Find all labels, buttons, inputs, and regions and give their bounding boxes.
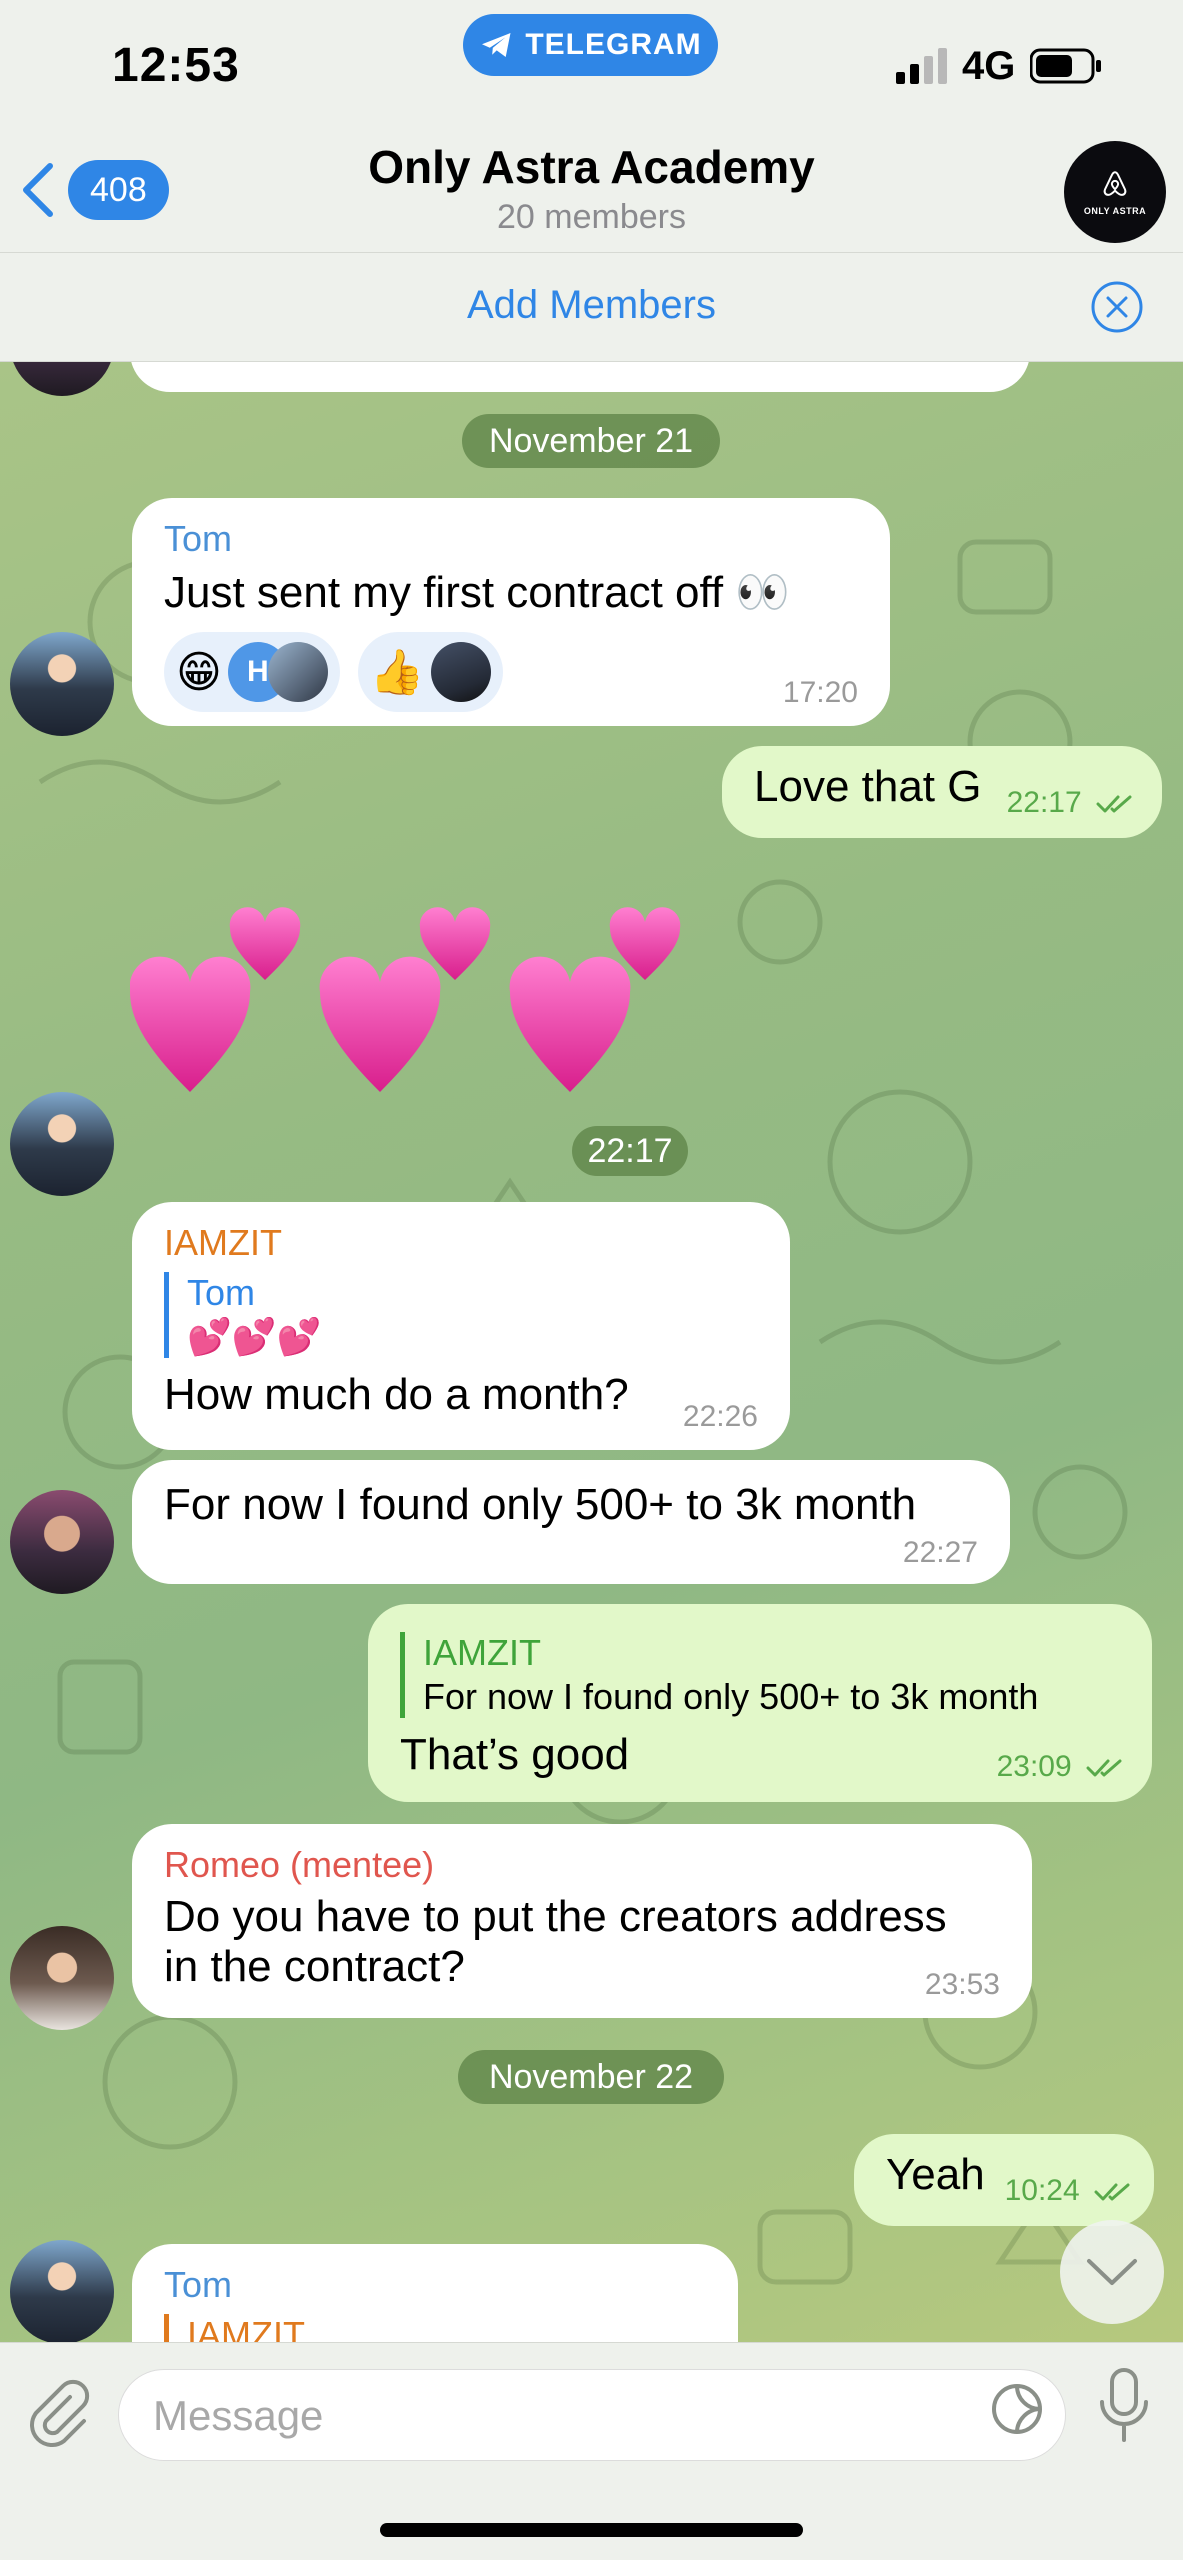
message-field[interactable] — [118, 2369, 1066, 2461]
message-time: 23:09 — [997, 1750, 1126, 1784]
network-type: 4G — [962, 44, 1016, 88]
group-avatar-text: ONLY ASTRA — [1083, 206, 1147, 216]
message-bubble-outgoing[interactable]: IAMZIT For now I found only 500+ to 3k m… — [368, 1604, 1152, 1802]
reaction-grin[interactable]: 😁 H — [164, 632, 340, 712]
airbnb-logo-icon — [1103, 171, 1127, 196]
chat-area[interactable]: November 21 Tom Just sent my first contr… — [0, 362, 1183, 2342]
status-bar: 12:53 TELEGRAM 4G — [0, 0, 1183, 140]
reply-quote[interactable]: IAMZIT — [164, 2314, 706, 2342]
thumbs-up-emoji: 👍 — [369, 647, 425, 698]
message-bubble-previous[interactable] — [130, 362, 1030, 392]
group-avatar[interactable]: ONLY ASTRA — [1064, 141, 1166, 243]
message-bubble[interactable]: IAMZIT Tom 💕💕💕 How much do a month? 22:2… — [132, 1202, 790, 1450]
sender-name: Tom — [164, 2264, 233, 2305]
quote-text: For now I found only 500+ to 3k month — [423, 1676, 1039, 1717]
message-input-bar — [0, 2342, 1183, 2560]
message-bubble-outgoing[interactable]: Yeah 10:24 — [854, 2134, 1154, 2226]
message-time: 22:27 — [902, 1536, 978, 1569]
message-bubble[interactable]: Romeo (mentee) Do you have to put the cr… — [132, 1824, 1032, 2018]
avatar-iamzit[interactable] — [10, 1490, 114, 1594]
message-time: 17:20 — [782, 676, 858, 709]
telegram-pill-label: TELEGRAM — [525, 28, 702, 61]
close-circle-icon[interactable] — [1090, 280, 1144, 334]
avatar-romeo[interactable] — [10, 1926, 114, 2030]
signal-icon — [896, 48, 947, 84]
reaction-thumbs-up[interactable]: 👍 — [357, 632, 503, 712]
date-separator: November 22 — [458, 2050, 724, 2104]
time-text: 23:09 — [996, 1750, 1072, 1783]
add-members-button[interactable]: Add Members — [0, 283, 1183, 328]
battery-icon — [1030, 48, 1101, 84]
home-indicator — [380, 2523, 803, 2537]
double-check-icon — [1086, 1759, 1122, 1777]
paperclip-icon[interactable] — [24, 2377, 94, 2447]
double-check-icon — [1094, 2183, 1130, 2201]
message-time: 23:53 — [924, 1968, 1000, 2001]
message-bubble[interactable]: Tom IAMZIT — [132, 2244, 738, 2342]
telegram-plane-icon — [482, 33, 511, 57]
sender-name: IAMZIT — [164, 1222, 282, 1263]
time-text: 10:24 — [1004, 2174, 1080, 2207]
avatar-tom[interactable] — [10, 1092, 114, 1196]
avatar-tom[interactable] — [10, 2240, 114, 2342]
chevron-down-icon — [1087, 2259, 1137, 2285]
grin-emoji: 😁 — [176, 646, 222, 698]
reactions-row: 😁 H 👍 — [164, 632, 858, 712]
message-text: How much do a month? — [164, 1370, 629, 1419]
time-text: 22:17 — [1006, 786, 1082, 819]
message-text-line: in the contract? — [164, 1942, 465, 1991]
double-check-icon — [1096, 795, 1132, 813]
message-text: Love that G — [754, 762, 982, 811]
quote-text: 💕💕💕 — [187, 1317, 322, 1358]
message-bubble[interactable]: For now I found only 500+ to 3k month 22… — [132, 1460, 1010, 1584]
reply-quote[interactable]: Tom 💕💕💕 — [164, 1272, 758, 1358]
add-members-bar: Add Members — [0, 252, 1183, 362]
message-text-line: Do you have to put the creators address — [164, 1892, 947, 1941]
message-bubble[interactable]: Tom Just sent my first contract off 👀 😁 … — [132, 498, 890, 726]
avatar-tom[interactable] — [10, 632, 114, 736]
reply-quote[interactable]: IAMZIT For now I found only 500+ to 3k m… — [400, 1632, 1120, 1718]
date-separator: November 21 — [462, 414, 720, 468]
clock: 12:53 — [112, 39, 240, 92]
message-time: 10:24 — [1005, 2174, 1134, 2208]
microphone-icon[interactable] — [1094, 2366, 1154, 2446]
message-text: Yeah — [886, 2150, 985, 2199]
quote-author: IAMZIT — [423, 1632, 541, 1673]
reactor-avatar — [430, 642, 491, 702]
telegram-pill[interactable]: TELEGRAM — [463, 14, 718, 76]
quote-author: Tom — [187, 1272, 256, 1313]
reactor-avatar — [267, 642, 328, 702]
chat-title[interactable]: Only Astra Academy — [0, 140, 1183, 194]
message-time: 22:17 — [1007, 786, 1136, 820]
message-text: For now I found only 500+ to 3k month — [164, 1480, 917, 1529]
message-input[interactable] — [153, 2384, 973, 2448]
message-time: 22:26 — [682, 1400, 758, 1433]
message-bubble-outgoing[interactable]: Love that G 22:17 — [722, 746, 1162, 838]
sender-name: Romeo (mentee) — [164, 1844, 435, 1885]
message-text: Just sent my first contract off 👀 — [164, 568, 791, 617]
quote-author: IAMZIT — [187, 2314, 305, 2342]
sticker-icon[interactable] — [990, 2382, 1044, 2436]
scroll-to-bottom-button[interactable] — [1060, 2220, 1164, 2324]
hearts-sticker[interactable] — [130, 902, 690, 1102]
sender-name: Tom — [164, 518, 233, 559]
member-count: 20 members — [497, 198, 686, 236]
time-stamp-pill: 22:17 — [572, 1126, 688, 1176]
